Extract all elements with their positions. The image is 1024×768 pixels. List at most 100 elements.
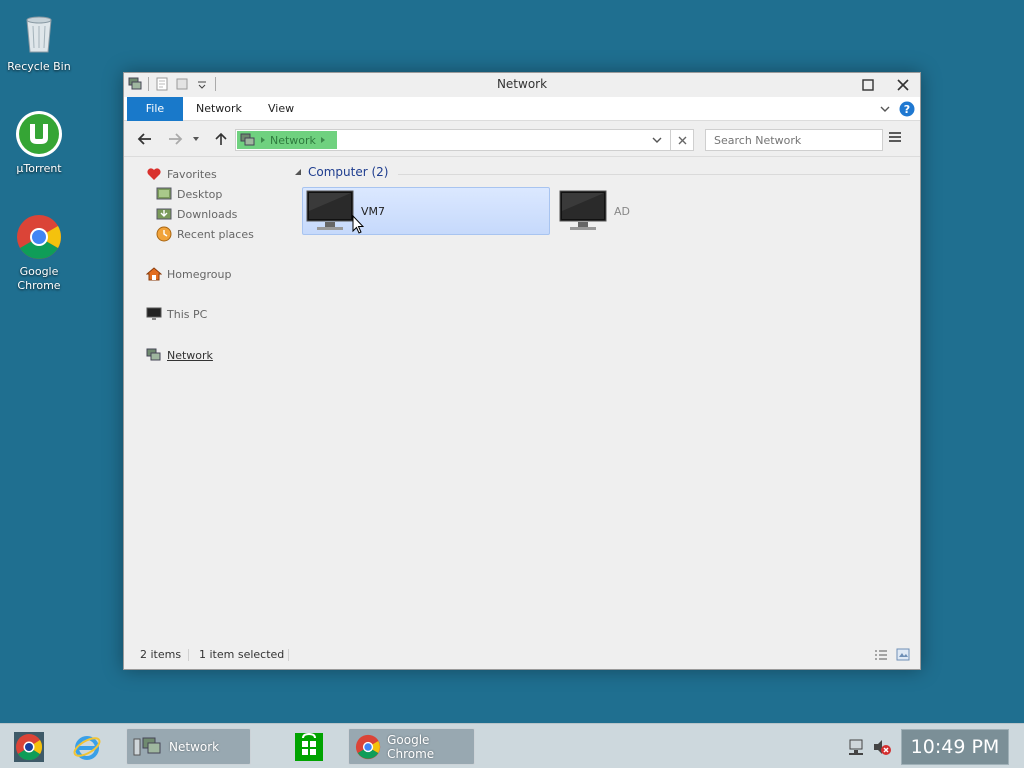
chevron-down-icon [193, 137, 199, 141]
breadcrumb-chevron-icon[interactable] [260, 136, 266, 144]
breadcrumb[interactable]: Network [237, 131, 337, 149]
close-icon [678, 136, 686, 144]
maximize-button[interactable] [851, 73, 885, 97]
network-icon [240, 133, 255, 146]
navigation-pane: Favorites Desktop Downloads Recent place… [124, 157, 284, 637]
taskbar-internet-explorer[interactable] [66, 728, 106, 765]
desktop-icon-label: Recycle Bin [7, 60, 71, 73]
desktop-icon [156, 187, 172, 200]
homegroup-icon [146, 267, 162, 281]
nav-this-pc[interactable]: This PC [146, 305, 207, 323]
collapse-triangle-icon[interactable] [294, 168, 302, 176]
title-bar[interactable]: Network [124, 73, 920, 97]
taskbar-clock[interactable]: 10:49 PM [901, 729, 1009, 765]
nav-favorites[interactable]: Favorites [146, 165, 217, 183]
network-icon [146, 348, 161, 361]
nav-homegroup[interactable]: Homegroup [146, 265, 231, 283]
explorer-window[interactable]: Network File Network View ? Network Sear… [123, 72, 921, 670]
nav-label: Downloads [177, 207, 238, 221]
computer-icon [146, 307, 162, 320]
item-count: 2 items [140, 648, 182, 661]
computer-name: VM7 [361, 204, 386, 218]
more-options-button[interactable] [888, 130, 906, 148]
desktop-icon-google-chrome[interactable]: Google Chrome [1, 213, 77, 293]
computer-tile-ad[interactable]: AD [556, 187, 804, 235]
selection-count: 1 item selected [199, 648, 285, 661]
taskbar-file-explorer[interactable]: Network [126, 728, 251, 765]
address-row: Network [124, 121, 920, 157]
volume-muted-icon[interactable] [872, 738, 892, 756]
up-button[interactable] [212, 130, 230, 148]
ribbon-tabs: File Network View ? [124, 97, 920, 121]
nav-recent-places[interactable]: Recent places [156, 225, 254, 243]
nav-network[interactable]: Network [146, 346, 213, 364]
status-separator [188, 649, 189, 661]
nav-label: Recent places [177, 227, 254, 241]
chrome-icon [14, 731, 44, 762]
utorrent-icon [15, 110, 63, 158]
computer-tile-vm7[interactable]: VM7 [302, 187, 550, 235]
monitor-icon [559, 190, 607, 230]
downloads-icon [156, 208, 172, 220]
tab-view[interactable]: View [268, 97, 294, 121]
recycle-bin-icon [15, 8, 63, 56]
nav-label: Desktop [177, 187, 223, 201]
content-pane: Computer (2) VM7 AD [294, 157, 914, 637]
desktop-icon-label: µTorrent [16, 162, 62, 175]
recent-locations-button[interactable] [190, 130, 202, 148]
heart-icon [147, 168, 161, 180]
tab-file[interactable]: File [127, 97, 183, 121]
tab-network[interactable]: Network [196, 97, 242, 121]
mouse-cursor-icon [352, 215, 364, 234]
store-icon [295, 732, 323, 761]
expand-ribbon-chevron-icon[interactable] [880, 104, 890, 114]
chrome-icon [15, 213, 63, 261]
computer-name: AD [614, 204, 630, 218]
taskbar-label: Network [169, 739, 220, 754]
help-icon[interactable]: ? [899, 101, 915, 117]
search-input[interactable] [705, 129, 883, 151]
address-dropdown-icon[interactable] [652, 136, 662, 144]
desktop-icon-label: Google Chrome [17, 265, 61, 292]
status-separator [288, 649, 289, 661]
clear-address-button[interactable] [670, 129, 694, 151]
taskbar-google-chrome[interactable]: Google Chrome [348, 728, 475, 765]
forward-arrow-icon [169, 133, 183, 145]
taskbar: Network Google Chrome 10:49 PM [0, 723, 1024, 768]
up-arrow-icon [215, 132, 227, 145]
close-button[interactable] [886, 73, 920, 97]
taskbar-store[interactable] [288, 728, 328, 765]
breadcrumb-chevron-icon[interactable] [320, 136, 326, 144]
monitor-icon [306, 190, 354, 230]
chrome-icon [355, 734, 381, 759]
group-title: Computer (2) [308, 165, 389, 179]
svg-text:?: ? [904, 103, 910, 116]
recent-places-icon [156, 226, 172, 242]
desktop-icon-recycle-bin[interactable]: Recycle Bin [1, 8, 77, 74]
back-arrow-icon [137, 133, 151, 145]
details-view-icon[interactable] [874, 649, 888, 661]
status-bar: 2 items 1 item selected [124, 641, 920, 669]
network-tray-icon[interactable] [848, 738, 866, 756]
desktop-icon-utorrent[interactable]: µTorrent [1, 110, 77, 176]
taskbar-label: Google Chrome [387, 732, 435, 761]
maximize-icon [862, 79, 874, 91]
network-icon [133, 737, 161, 755]
nav-label: This PC [167, 307, 208, 321]
menu-icon [889, 132, 901, 142]
nav-desktop[interactable]: Desktop [156, 185, 222, 203]
forward-button[interactable] [166, 130, 184, 148]
nav-label: Homegroup [167, 267, 232, 281]
group-divider [398, 174, 910, 175]
large-icons-view-icon[interactable] [896, 648, 910, 661]
nav-downloads[interactable]: Downloads [156, 205, 237, 223]
internet-explorer-icon [73, 735, 101, 760]
nav-label: Network [167, 348, 213, 362]
back-button[interactable] [136, 130, 154, 148]
breadcrumb-network[interactable]: Network [270, 134, 316, 147]
close-icon [897, 79, 909, 91]
address-bar[interactable]: Network [235, 129, 694, 151]
group-header-computer[interactable]: Computer (2) [294, 165, 388, 179]
taskbar-chrome-dev[interactable] [8, 728, 48, 765]
window-title: Network [496, 77, 548, 91]
